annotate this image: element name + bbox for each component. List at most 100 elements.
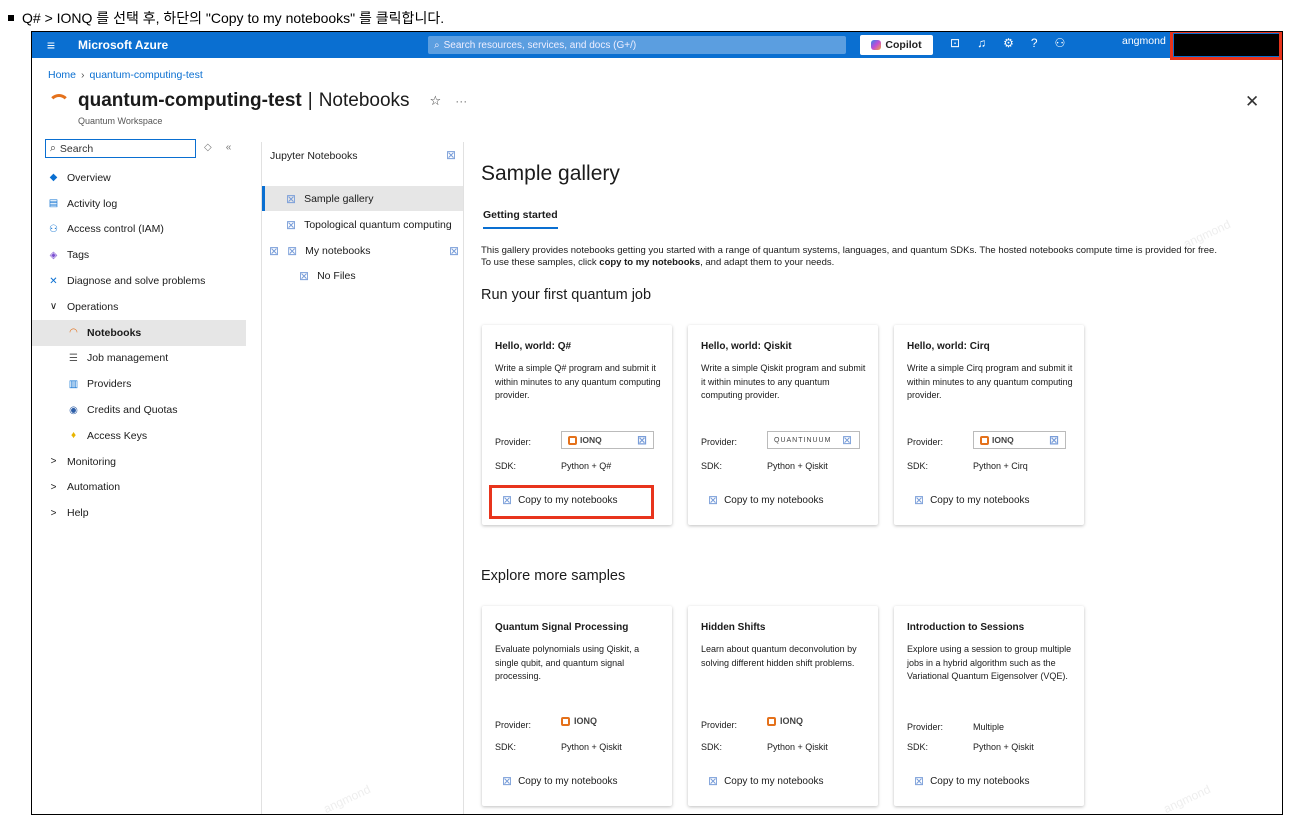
tree-label: Topological quantum computing [304,218,452,231]
tree-item-no-files: ⊠ No Files [299,263,356,288]
nav-label: Access control (IAM) [67,223,164,236]
copy-to-notebooks-button[interactable]: ⊠ Copy to my notebooks [914,493,1030,507]
gear-icon[interactable]: ⚙ [1003,36,1014,50]
ionq-logo-icon [561,716,570,726]
nav-item-activity-log[interactable]: ▤ Activity log [32,191,246,217]
section-first-job: Run your first quantum job [481,287,652,303]
resource-type: Quantum Workspace [78,116,163,126]
brand-label[interactable]: Microsoft Azure [78,38,168,52]
tree-item-topological[interactable]: ⊠ Topological quantum computing [286,212,452,237]
sample-gallery-icon: ⊠ [286,191,297,206]
nav-item-overview[interactable]: ◆ Overview [32,165,246,191]
sample-card: Hello, world: Qiskit Write a simple Qisk… [688,325,878,525]
copilot-icon [871,40,882,50]
tree-item-my-notebooks[interactable]: ⊠ ⊠ My notebooks ⊠ [269,238,459,263]
nav-search-input[interactable]: ⌕ Search [45,139,196,158]
provider-select[interactable]: IONQ ⊠ [973,431,1066,449]
breadcrumb-resource[interactable]: quantum-computing-test [90,69,203,81]
overview-icon: ◆ [49,172,58,184]
tab-getting-started[interactable]: Getting started [483,209,558,229]
provider-label: Provider: [701,720,738,730]
global-search-input[interactable]: ⌕ Search resources, services, and docs (… [428,36,846,54]
nav-label: Access Keys [87,429,148,442]
tag-icon: ◈ [49,249,58,261]
breadcrumb-home[interactable]: Home [48,69,76,81]
intro-emphasis: copy to my notebooks [599,257,701,268]
chevron-right-icon: > [50,507,57,519]
nav-label: Credits and Quotas [87,404,178,417]
nav-item-credits[interactable]: ◉ Credits and Quotas [32,397,246,423]
nav-item-access-keys[interactable]: ♦ Access Keys [32,423,246,449]
copy-to-notebooks-button[interactable]: ⊠ Copy to my notebooks [502,774,618,788]
sdk-label: SDK: [495,461,517,471]
expand-icon[interactable]: ◇ [204,142,212,153]
gallery-intro: This gallery provides notebooks getting … [481,245,1221,269]
chevron-right-icon: > [50,456,57,468]
card-description: Write a simple Cirq program and submit i… [907,363,1073,400]
more-icon[interactable]: ··· [455,94,467,108]
breadcrumb: Home › quantum-computing-test [48,69,203,81]
top-icons: ⊡ ♫ ⚙ ? ⚇ [950,36,1065,50]
intro-text: This gallery provides notebooks getting … [481,245,1217,268]
menu-icon[interactable]: ≡ [32,37,70,53]
nav-item-diagnose[interactable]: ✕ Diagnose and solve problems [32,268,246,294]
nav-item-job-management[interactable]: ☰ Job management [32,346,246,372]
collapse-icon[interactable]: « [226,142,232,153]
copy-to-notebooks-button[interactable]: ⊠ Copy to my notebooks [708,493,824,507]
help-icon[interactable]: ? [1031,36,1038,50]
tree-item-sample-gallery[interactable]: ⊠ Sample gallery [262,186,463,211]
card-description: Write a simple Q# program and submit it … [495,363,661,400]
folder-action-icon[interactable]: ⊠ [449,244,459,258]
nav-item-iam[interactable]: ⚇ Access control (IAM) [32,217,246,243]
user-name[interactable]: angmond [1122,35,1166,47]
bullet-icon [8,15,14,21]
nav-label: Job management [87,352,169,365]
ionq-logo-icon [767,716,776,726]
provider-label: Provider: [495,720,532,730]
favorite-star-icon[interactable]: ☆ [430,93,442,109]
provider-label: Provider: [701,437,738,447]
card-title: Hello, world: Q# [495,341,572,352]
nav-label: Diagnose and solve problems [67,275,206,288]
top-bar: ≡ Microsoft Azure ⌕ Search resources, se… [32,32,1282,58]
nav-label: Activity log [67,197,118,210]
notebooks-icon: ◠ [69,327,78,339]
provider-value: Multiple [973,722,1005,732]
cloud-shell-icon[interactable]: ⊡ [950,36,960,50]
provider-name: QUANTINUUM [774,436,832,444]
copy-to-notebooks-button[interactable]: ⊠ Copy to my notebooks [708,774,824,788]
copy-to-notebooks-button[interactable]: ⊠ Copy to my notebooks [914,774,1030,788]
sdk-label: SDK: [907,461,929,471]
nav-group-monitoring[interactable]: > Monitoring [32,449,246,475]
key-icon: ♦ [70,430,77,442]
resource-name: quantum-computing-test [78,90,302,111]
provider-select[interactable]: QUANTINUUM ⊠ [767,431,860,449]
page-title: quantum-computing-test | Notebooks ☆ ··· [48,90,467,112]
copilot-button[interactable]: Copilot [860,35,933,55]
tree-action-icon[interactable]: ⊠ [446,148,456,162]
feedback-icon[interactable]: ⚇ [1055,36,1066,50]
provider-select[interactable]: IONQ ⊠ [561,431,654,449]
sdk-label: SDK: [701,742,723,752]
watermark: angmond [1161,782,1213,815]
sdk-value: Python + Qiskit [561,742,622,752]
nav-item-providers[interactable]: ▥ Providers [32,371,246,397]
bell-icon[interactable]: ♫ [977,36,986,50]
nav-item-tags[interactable]: ◈ Tags [32,242,246,268]
card-description: Explore using a session to group multipl… [907,644,1072,681]
nav-group-automation[interactable]: > Automation [32,475,246,501]
provider-label: Provider: [907,437,944,447]
sdk-label: SDK: [907,742,929,752]
instruction-label: Q# > IONQ 를 선택 후, 하단의 "Copy to my notebo… [22,10,445,26]
nav-item-notebooks[interactable]: ◠ Notebooks [32,319,246,346]
provider-value: IONQ [767,716,803,726]
close-icon[interactable]: ✕ [1245,92,1259,112]
notebook-icon: ⊠ [286,217,297,232]
provider-value: IONQ [561,716,597,726]
copy-icon: ⊠ [708,774,719,788]
resource-menu: ◆ Overview ▤ Activity log ⚇ Access control … [32,165,246,526]
nav-group-help[interactable]: > Help [32,500,246,526]
nav-group-operations[interactable]: ∨ Operations [32,294,246,320]
copy-label: Copy to my notebooks [930,775,1030,787]
divider [261,142,262,814]
